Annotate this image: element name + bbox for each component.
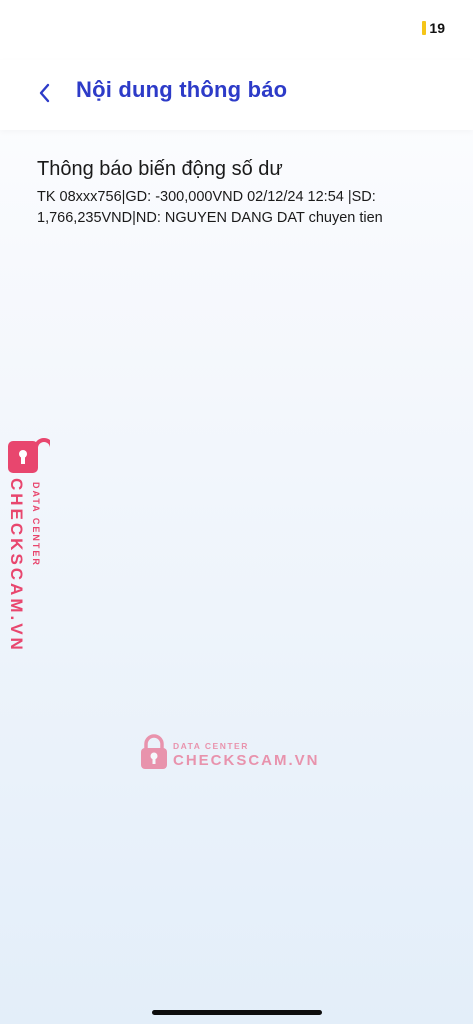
app-header: Nội dung thông báo [0,60,473,130]
watermark-subtitle: DATA CENTER [31,482,41,567]
home-indicator[interactable] [152,1010,322,1015]
battery-indicator: 19 [422,20,445,36]
lock-icon [8,438,50,473]
chevron-left-icon [39,83,50,103]
battery-icon [422,21,427,35]
lock-icon [141,734,167,769]
watermark-brand: CHECKSCAM.VN [7,478,26,653]
page-title: Nội dung thông báo [76,77,288,102]
status-bar: 19 [0,0,473,60]
notification-content: Thông báo biến động số dư TK 08xxx756|GD… [37,158,437,229]
watermark-vertical: CHECKSCAM.VN DATA CENTER [4,438,52,653]
battery-level: 19 [429,20,445,36]
back-button[interactable] [28,77,60,109]
notification-body: TK 08xxx756|GD: -300,000VND 02/12/24 12:… [37,189,383,226]
notification-title: Thông báo biến động số dư [37,158,283,180]
watermark-center: DATA CENTER CHECKSCAM.VN [140,734,318,774]
watermark-subtitle: DATA CENTER [173,741,249,751]
watermark-brand: CHECKSCAM.VN [173,752,320,769]
